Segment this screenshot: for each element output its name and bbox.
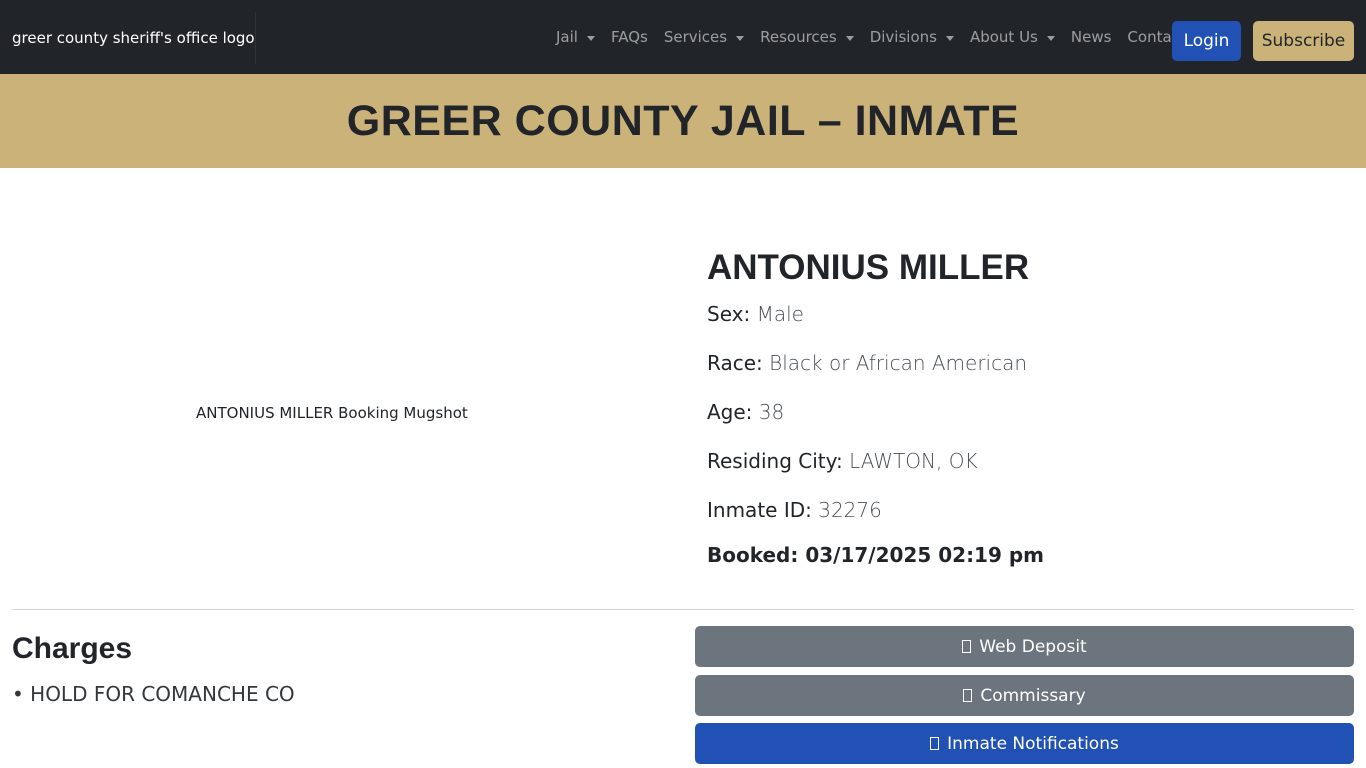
nav-item-resources[interactable]: Resources	[752, 28, 862, 46]
field-value: 38	[758, 400, 785, 424]
bell-icon	[930, 737, 940, 750]
button-label: Commissary	[980, 685, 1086, 706]
caret-down-icon	[845, 35, 854, 41]
nav-item-services[interactable]: Services	[656, 28, 752, 46]
deposit-icon	[962, 640, 972, 653]
page-title: GREER COUNTY JAIL – INMATE	[346, 96, 1020, 145]
nav-item-label: Divisions	[869, 28, 937, 46]
field-value: LAWTON, OK	[849, 449, 978, 473]
web-deposit-button[interactable]: Web Deposit	[695, 626, 1354, 667]
field-label: Sex:	[707, 302, 751, 326]
booked-date: Booked: 03/17/2025 02:19 pm	[707, 543, 1045, 567]
nav-item-label: Jail	[556, 28, 578, 46]
commissary-button[interactable]: Commissary	[695, 675, 1354, 716]
inmate-name: ANTONIUS MILLER	[707, 248, 1030, 287]
page-banner: GREER COUNTY JAIL – INMATE	[0, 74, 1366, 168]
logo-alt-text: greer county sheriff's office logo	[12, 29, 255, 47]
field-label: Race:	[707, 351, 763, 375]
nav-item-news[interactable]: News	[1063, 28, 1120, 46]
nav-item-label: Resources	[760, 28, 837, 46]
nav-item-faqs[interactable]: FAQs	[603, 28, 656, 46]
field-value: Black or African American	[769, 351, 1028, 375]
inmate-age: Age: 38	[707, 400, 784, 424]
button-label: Inmate Notifications	[947, 733, 1119, 754]
charges-heading: Charges	[12, 632, 133, 665]
top-navbar: greer county sheriff's office logo Jail …	[0, 0, 1366, 74]
caret-down-icon	[945, 35, 954, 41]
nav-item-label: About Us	[969, 28, 1038, 46]
section-divider	[12, 609, 1354, 610]
caret-down-icon	[1046, 35, 1055, 41]
nav-menu: Jail FAQs Services Resources Divisions A…	[548, 0, 1194, 74]
caret-down-icon	[586, 35, 595, 41]
field-label: Age:	[707, 400, 753, 424]
button-label: Web Deposit	[979, 636, 1087, 657]
nav-item-about-us[interactable]: About Us	[962, 28, 1063, 46]
charge-item: • HOLD FOR COMANCHE CO	[12, 682, 295, 706]
inmate-sex: Sex: Male	[707, 302, 804, 326]
inmate-notifications-button[interactable]: Inmate Notifications	[695, 723, 1354, 764]
cart-icon	[963, 689, 973, 702]
nav-item-label: FAQs	[610, 28, 648, 46]
field-value: Male	[756, 302, 804, 326]
site-logo[interactable]: greer county sheriff's office logo	[12, 12, 256, 64]
inmate-id: Inmate ID: 32276	[707, 498, 882, 522]
inmate-city: Residing City: LAWTON, OK	[707, 449, 978, 473]
mugshot-image: ANTONIUS MILLER Booking Mugshot	[196, 401, 468, 425]
field-label: Inmate ID:	[707, 498, 812, 522]
nav-item-jail[interactable]: Jail	[548, 28, 603, 46]
field-label: Residing City:	[707, 449, 843, 473]
subscribe-button[interactable]: Subscribe	[1253, 21, 1354, 61]
nav-item-divisions[interactable]: Divisions	[862, 28, 962, 46]
nav-item-label: News	[1070, 28, 1112, 46]
mugshot-alt-text: ANTONIUS MILLER Booking Mugshot	[196, 404, 468, 422]
caret-down-icon	[736, 35, 745, 41]
inmate-race: Race: Black or African American	[707, 351, 1027, 375]
nav-item-label: Services	[663, 28, 728, 46]
login-button[interactable]: Login	[1172, 21, 1241, 61]
field-value: 32276	[818, 498, 882, 522]
